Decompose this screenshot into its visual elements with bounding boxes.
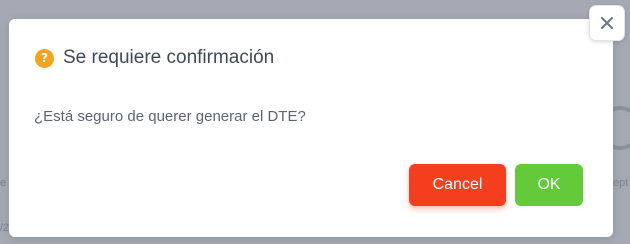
background-text-right: ept — [613, 177, 629, 189]
confirmation-dialog: ? Se requiere confirmación ¿Está seguro … — [9, 19, 613, 237]
ok-button[interactable]: OK — [515, 164, 583, 206]
close-icon — [601, 17, 613, 29]
question-circle-icon: ? — [35, 48, 54, 68]
close-button[interactable] — [589, 5, 625, 41]
background-text-left: e — [0, 177, 7, 189]
cancel-button[interactable]: Cancel — [409, 164, 506, 206]
dialog-header: ? Se requiere confirmación — [35, 47, 274, 69]
background-text-left-bottom: /2 — [0, 222, 10, 234]
dialog-message: ¿Está seguro de querer generar el DTE? — [34, 108, 306, 125]
dialog-title: Se requiere confirmación — [63, 47, 275, 68]
